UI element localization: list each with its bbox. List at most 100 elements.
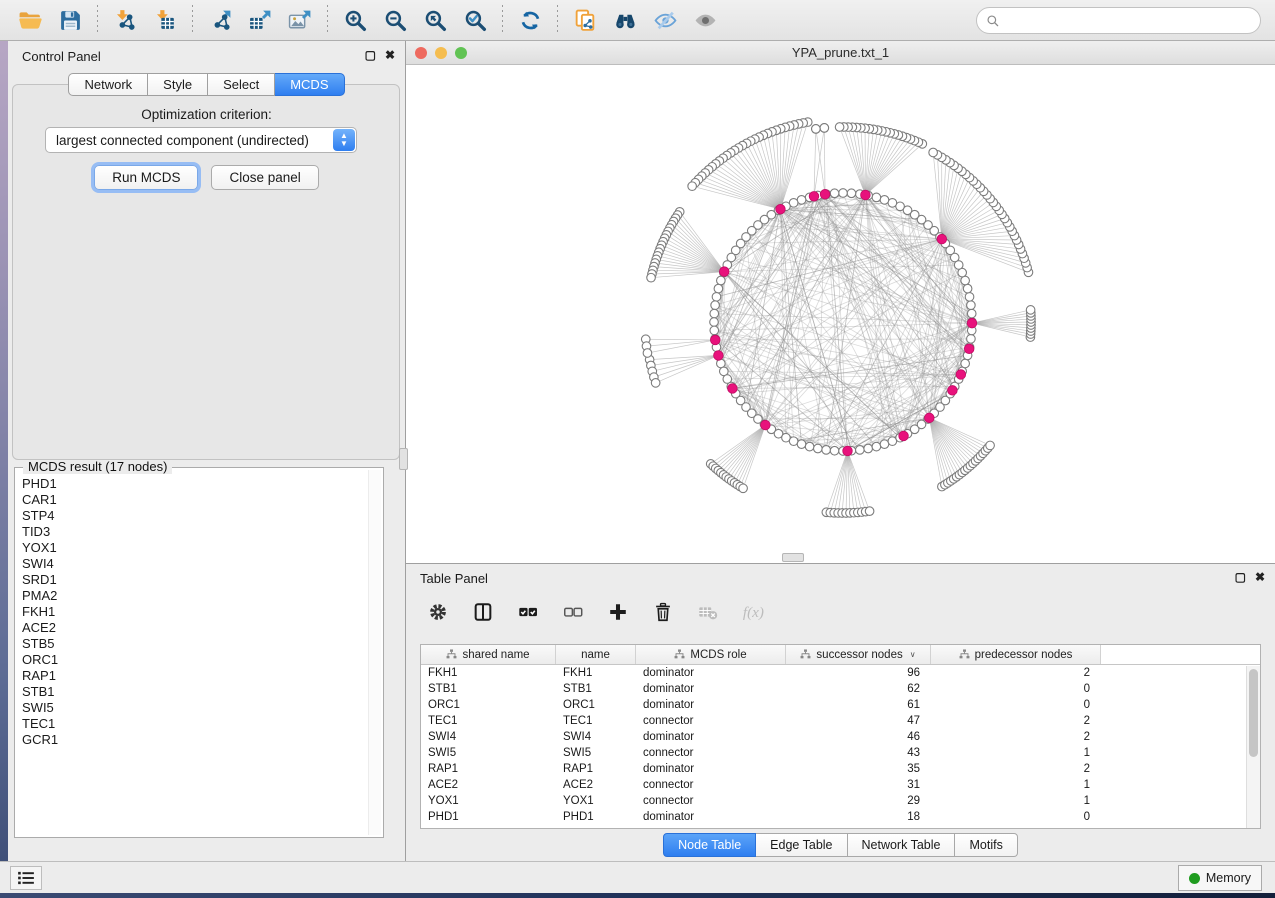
vertical-splitter-handle[interactable] xyxy=(399,448,408,470)
mcds-result-item[interactable]: STP4 xyxy=(22,508,367,524)
mcds-result-item[interactable]: PHD1 xyxy=(22,476,367,492)
open-folder-button[interactable] xyxy=(13,4,47,36)
clone-network-button[interactable] xyxy=(568,4,602,36)
select-all-button[interactable] xyxy=(516,600,540,624)
network-node[interactable] xyxy=(805,442,814,451)
network-node[interactable] xyxy=(880,196,889,205)
table-row[interactable]: ACE2ACE2connector311 xyxy=(421,777,1260,793)
network-node[interactable] xyxy=(797,440,806,449)
mcds-hub-node[interactable] xyxy=(956,370,966,380)
mcds-result-item[interactable]: SWI5 xyxy=(22,700,367,716)
table-row[interactable]: SWI4SWI4dominator462 xyxy=(421,729,1260,745)
network-leaf-node[interactable] xyxy=(820,124,829,133)
table-tab-network-table[interactable]: Network Table xyxy=(848,833,956,857)
table-row[interactable]: TEC1TEC1connector472 xyxy=(421,713,1260,729)
network-node[interactable] xyxy=(839,189,848,198)
mcds-result-item[interactable]: TEC1 xyxy=(22,716,367,732)
column-header-MCDS-role[interactable]: MCDS role xyxy=(636,645,786,664)
network-leaf-node[interactable] xyxy=(835,123,844,132)
mcds-hub-node[interactable] xyxy=(761,420,771,430)
network-node[interactable] xyxy=(830,189,839,198)
network-node[interactable] xyxy=(789,437,798,446)
deselect-all-button[interactable] xyxy=(561,600,585,624)
control-tab-select[interactable]: Select xyxy=(208,73,275,96)
network-node[interactable] xyxy=(961,276,970,285)
column-header-successor-nodes[interactable]: successor nodes∨ xyxy=(786,645,931,664)
network-leaf-node[interactable] xyxy=(812,125,821,134)
table-scrollbar-thumb[interactable] xyxy=(1249,669,1258,757)
table-row[interactable]: STB1STB1dominator620 xyxy=(421,681,1260,697)
mcds-result-item[interactable]: RAP1 xyxy=(22,668,367,684)
mcds-hub-node[interactable] xyxy=(925,413,935,423)
zoom-selected-button[interactable] xyxy=(458,4,492,36)
network-leaf-node[interactable] xyxy=(643,349,652,358)
close-panel-button[interactable]: Close panel xyxy=(211,165,318,190)
column-header-name[interactable]: name xyxy=(556,645,636,664)
import-table-button[interactable] xyxy=(148,4,182,36)
visibility-on-button[interactable] xyxy=(688,4,722,36)
mcds-result-item[interactable]: ORC1 xyxy=(22,652,367,668)
mcds-result-item[interactable]: CAR1 xyxy=(22,492,367,508)
mcds-hub-node[interactable] xyxy=(776,204,786,214)
mcds-hub-node[interactable] xyxy=(861,190,871,200)
network-leaf-node[interactable] xyxy=(688,182,697,191)
export-table-button[interactable] xyxy=(243,4,277,36)
mcds-result-list[interactable]: PHD1CAR1STP4TID3YOX1SWI4SRD1PMA2FKH1ACE2… xyxy=(15,471,367,835)
network-node[interactable] xyxy=(710,309,719,318)
mcds-result-item[interactable]: YOX1 xyxy=(22,540,367,556)
network-leaf-node[interactable] xyxy=(647,273,656,282)
mcds-result-item[interactable]: ACE2 xyxy=(22,620,367,636)
export-image-button[interactable] xyxy=(283,4,317,36)
network-node[interactable] xyxy=(967,335,976,344)
mcds-hub-node[interactable] xyxy=(967,318,977,328)
network-leaf-node[interactable] xyxy=(1026,306,1035,315)
add-row-button[interactable] xyxy=(606,600,630,624)
network-node[interactable] xyxy=(880,440,889,449)
float-table-panel-icon[interactable]: ▢ xyxy=(1235,571,1246,583)
table-tab-edge-table[interactable]: Edge Table xyxy=(756,833,847,857)
mcds-result-item[interactable]: GCR1 xyxy=(22,732,367,748)
network-leaf-node[interactable] xyxy=(986,441,995,450)
network-node[interactable] xyxy=(822,446,831,455)
table-row[interactable]: ORC1ORC1dominator610 xyxy=(421,697,1260,713)
network-node[interactable] xyxy=(967,301,976,310)
mcds-result-item[interactable]: STB1 xyxy=(22,684,367,700)
network-canvas[interactable] xyxy=(406,65,1275,563)
network-node[interactable] xyxy=(710,318,719,327)
column-header-predecessor-nodes[interactable]: predecessor nodes xyxy=(931,645,1101,664)
close-table-panel-icon[interactable]: ✖ xyxy=(1255,571,1265,583)
mcds-result-item[interactable]: SRD1 xyxy=(22,572,367,588)
search-field[interactable] xyxy=(976,7,1261,34)
table-tab-node-table[interactable]: Node Table xyxy=(663,833,756,857)
network-node[interactable] xyxy=(872,193,881,202)
visibility-off-button[interactable] xyxy=(648,4,682,36)
mcds-result-item[interactable]: STB5 xyxy=(22,636,367,652)
gear-button[interactable] xyxy=(426,600,450,624)
horizontal-splitter-handle[interactable] xyxy=(782,553,804,562)
network-node[interactable] xyxy=(814,444,823,453)
mcds-hub-node[interactable] xyxy=(964,344,974,354)
network-window-titlebar[interactable]: YPA_prune.txt_1 xyxy=(406,41,1275,65)
network-node[interactable] xyxy=(864,444,873,453)
criterion-select[interactable]: largest connected component (undirected)… xyxy=(45,127,357,153)
mcds-result-item[interactable]: TID3 xyxy=(22,524,367,540)
zoom-fit-button[interactable] xyxy=(418,4,452,36)
network-node[interactable] xyxy=(856,446,865,455)
control-tab-style[interactable]: Style xyxy=(148,73,208,96)
mcds-hub-node[interactable] xyxy=(809,192,819,202)
mcds-result-item[interactable]: PMA2 xyxy=(22,588,367,604)
binoculars-button[interactable] xyxy=(608,4,642,36)
mcds-hub-node[interactable] xyxy=(948,386,958,396)
network-node[interactable] xyxy=(710,326,719,335)
mcds-hub-node[interactable] xyxy=(728,384,738,394)
table-row[interactable]: RAP1RAP1dominator352 xyxy=(421,761,1260,777)
table-row[interactable]: PHD1PHD1dominator180 xyxy=(421,809,1260,825)
network-node[interactable] xyxy=(711,301,720,310)
search-input[interactable] xyxy=(1000,11,1260,31)
zoom-out-button[interactable] xyxy=(378,4,412,36)
table-tab-motifs[interactable]: Motifs xyxy=(955,833,1017,857)
control-tab-network[interactable]: Network xyxy=(68,73,148,96)
refresh-button[interactable] xyxy=(513,4,547,36)
delete-row-button[interactable] xyxy=(651,600,675,624)
table-scrollbar[interactable] xyxy=(1246,666,1260,828)
